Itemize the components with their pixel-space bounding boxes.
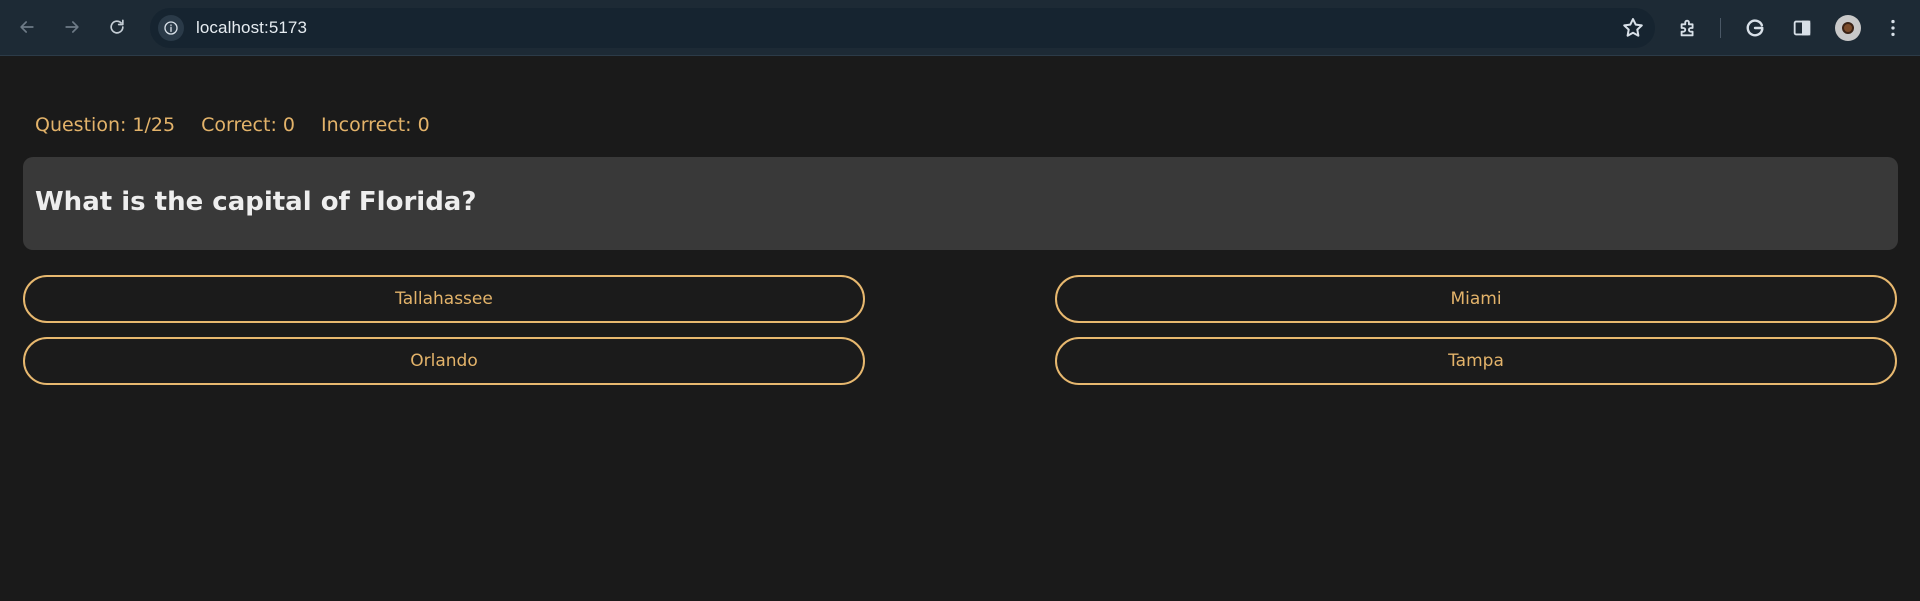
profile-avatar[interactable] [1835,15,1861,41]
answer-button[interactable]: Tallahassee [23,275,865,323]
toolbar-divider [1720,18,1721,38]
back-icon[interactable] [10,10,44,44]
url-text[interactable]: localhost:5173 [196,18,307,38]
extensions-icon[interactable] [1673,13,1703,43]
answer-button[interactable]: Miami [1055,275,1897,323]
question-card: What is the capital of Florida? [23,157,1898,250]
menu-icon[interactable] [1878,13,1908,43]
incorrect-counter: Incorrect: 0 [320,114,430,136]
question-counter: Question: 1/25 [35,114,176,136]
browser-toolbar: localhost:5173 [0,0,1920,56]
question-text: What is the capital of Florida? [35,187,477,217]
avatar-image [1842,22,1854,34]
google-icon[interactable] [1740,13,1770,43]
answer-button[interactable]: Orlando [23,337,865,385]
site-info-icon[interactable] [158,15,184,41]
reload-icon[interactable] [100,10,134,44]
answer-button[interactable]: Tampa [1055,337,1897,385]
side-panel-icon[interactable] [1787,13,1817,43]
bookmark-star-icon[interactable] [1621,16,1645,40]
forward-icon[interactable] [55,10,89,44]
address-bar[interactable]: localhost:5173 [150,8,1655,48]
quiz-stats: Question: 1/25 Correct: 0 Incorrect: 0 [35,114,430,136]
correct-counter: Correct: 0 [201,114,295,136]
